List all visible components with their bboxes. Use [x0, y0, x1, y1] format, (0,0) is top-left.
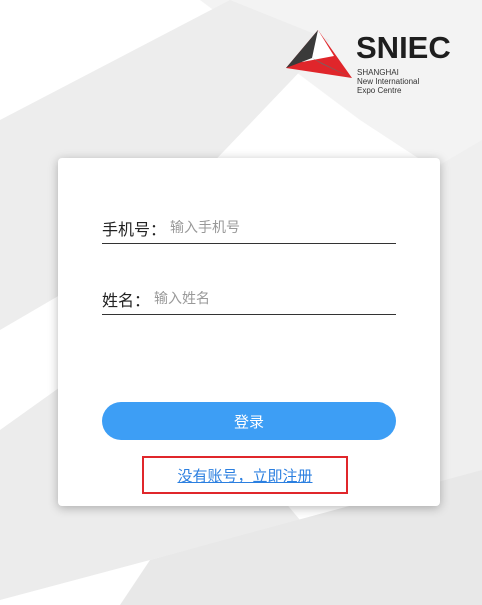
login-card: 手机号： 姓名： 登录 没有账号，立即注册	[58, 158, 440, 506]
login-button[interactable]: 登录	[102, 402, 396, 440]
phone-input[interactable]	[166, 220, 396, 236]
logo-sub-line: SHANGHAI	[357, 68, 399, 77]
phone-label: 手机号：	[102, 220, 167, 239]
sniec-logo: SNIEC SHANGHAI New International Expo Ce…	[282, 28, 462, 118]
name-label: 姓名：	[102, 291, 151, 310]
logo-sub-line: New International	[357, 77, 420, 86]
logo-sub-line: Expo Centre	[357, 86, 402, 95]
register-link[interactable]: 没有账号，立即注册	[142, 456, 348, 494]
logo-subtitle: SHANGHAI New International Expo Centre	[357, 68, 419, 95]
phone-field: 手机号：	[102, 213, 396, 244]
name-field: 姓名：	[102, 284, 396, 315]
logo-wordmark: SNIEC	[356, 30, 451, 65]
name-input[interactable]	[150, 291, 396, 307]
sniec-logo-icon	[286, 30, 352, 78]
